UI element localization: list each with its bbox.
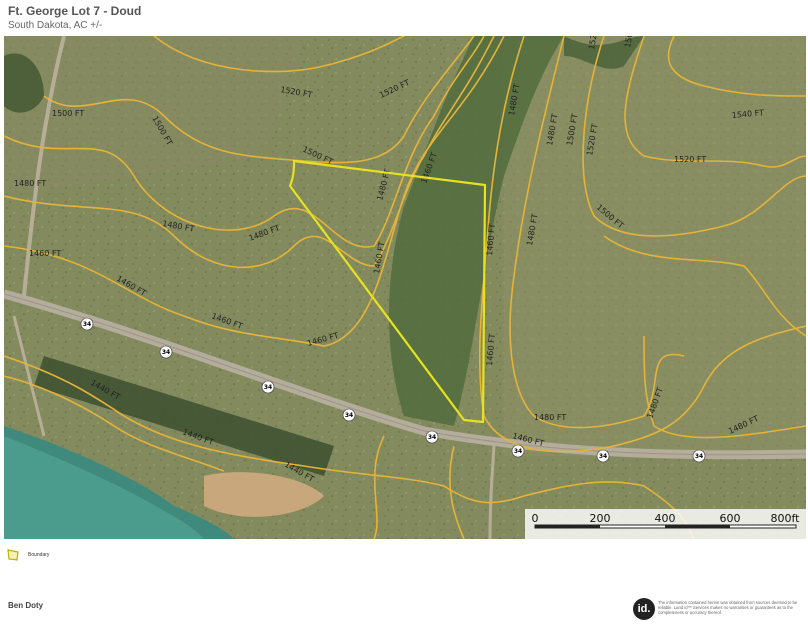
map-legend: Boundary [6, 549, 49, 561]
highway-shield-label: 34 [514, 448, 522, 455]
boundary-legend-icon [7, 549, 19, 561]
disclaimer-text: The information contained herein was obt… [658, 600, 798, 616]
scale-label: 800ft [771, 512, 801, 525]
contour-label: 1500 FT [52, 109, 84, 118]
agent-name: Ben Doty [8, 601, 44, 610]
highway-shield-label: 34 [428, 434, 436, 441]
highway-shield-label: 34 [83, 321, 91, 328]
satellite-map[interactable]: 1540 FT 1520 FT 1520 FT 1520 FT 1500 FT … [4, 36, 806, 539]
contour-label: 1520 FT [674, 155, 706, 164]
scale-label: 0 [532, 512, 539, 525]
map-canvas: 1540 FT 1520 FT 1520 FT 1520 FT 1500 FT … [4, 36, 806, 539]
highway-shield-label: 34 [162, 349, 170, 356]
highway-shield-label: 34 [695, 453, 703, 460]
scale-label: 200 [590, 512, 611, 525]
contour-label: 1460 FT [29, 249, 61, 258]
scale-bar: 0 200 400 600 800ft [525, 509, 806, 539]
highway-shield-label: 34 [264, 384, 272, 391]
map-subtitle: South Dakota, AC +/- [8, 20, 103, 31]
contour-label: 1480 FT [14, 179, 46, 188]
map-title: Ft. George Lot 7 - Doud [8, 4, 142, 18]
landid-logo: id. [633, 598, 655, 620]
highway-shield-label: 34 [345, 412, 353, 419]
legend-label: Boundary [28, 552, 50, 558]
scale-label: 600 [720, 512, 741, 525]
scale-label: 400 [655, 512, 676, 525]
contour-label: 1480 FT [534, 413, 566, 422]
highway-shield-label: 34 [599, 453, 607, 460]
